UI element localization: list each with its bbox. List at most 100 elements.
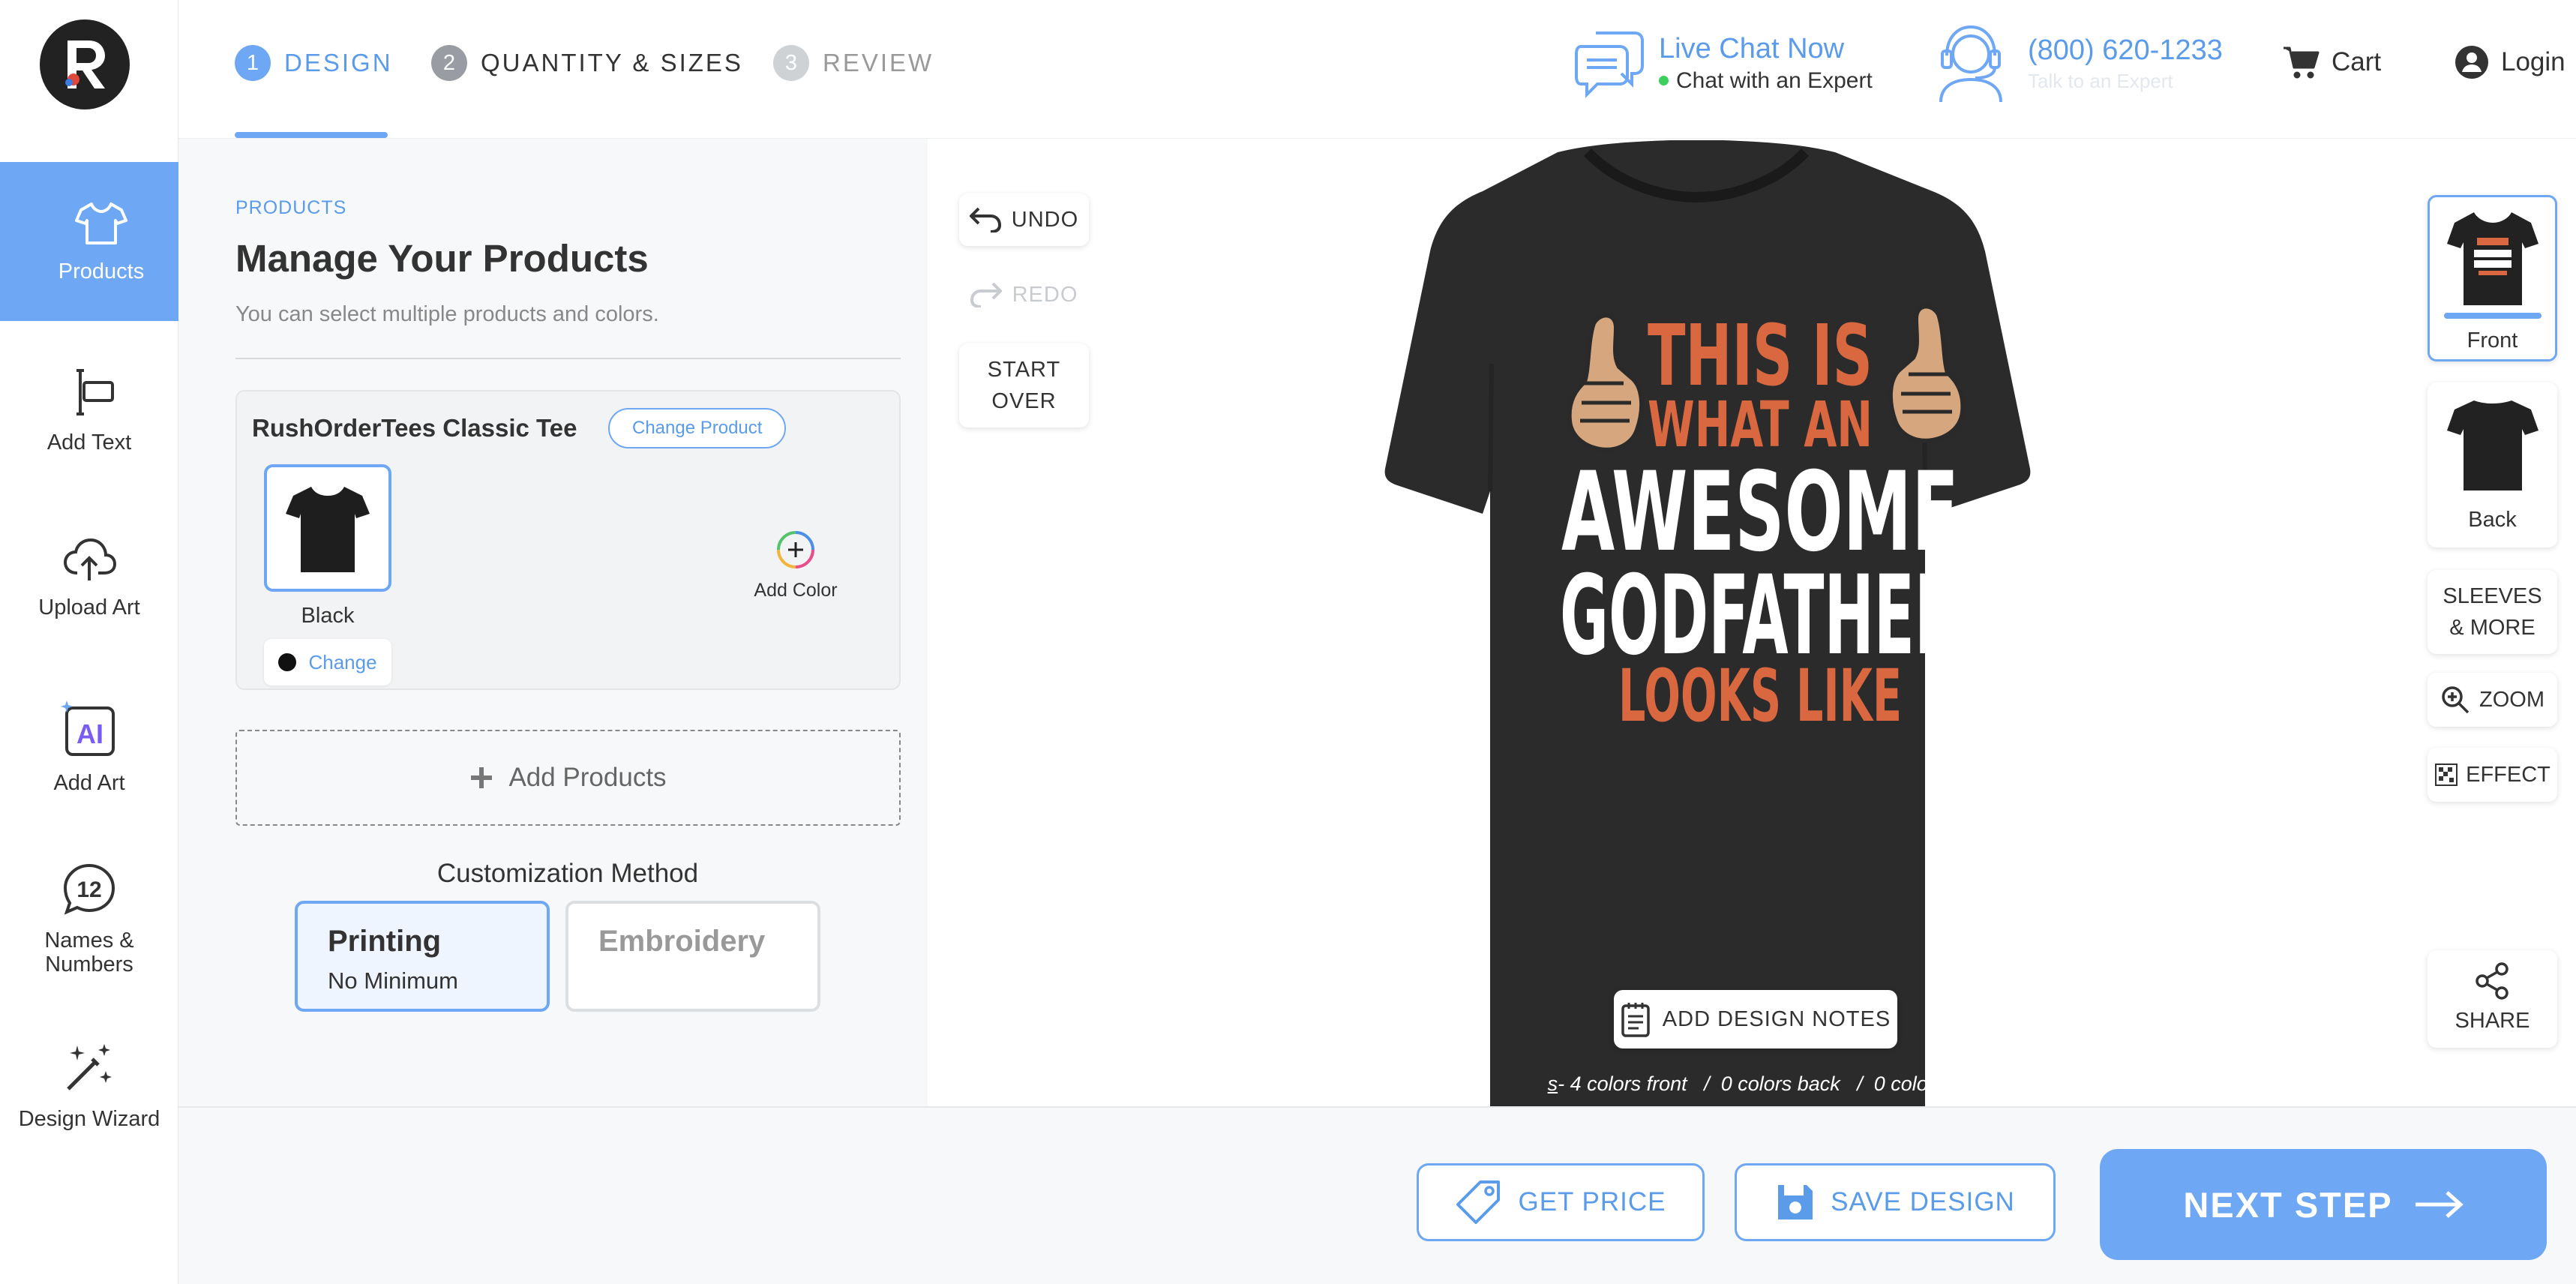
rail-names-numbers[interactable]: 12 Names & Numbers bbox=[0, 862, 178, 977]
magic-wand-icon bbox=[67, 1044, 112, 1090]
start-over-button[interactable]: START OVER bbox=[959, 344, 1089, 428]
view-back-label: Back bbox=[2468, 508, 2517, 532]
method-printing[interactable]: Printing No Minimum bbox=[295, 901, 550, 1012]
change-color-button[interactable]: Change bbox=[264, 639, 391, 686]
login-label: Login bbox=[2501, 47, 2566, 76]
get-price-button[interactable]: GET PRICE bbox=[1417, 1163, 1705, 1241]
add-color-button[interactable]: Add Color bbox=[732, 530, 859, 602]
step-review[interactable]: 3 REVIEW bbox=[773, 45, 934, 81]
panel-title: Manage Your Products bbox=[235, 237, 649, 280]
color-count-summary: s- 4 colors front / 0 colors back / 0 co… bbox=[1520, 1067, 2015, 1100]
color-swatch-black[interactable] bbox=[264, 464, 391, 592]
rail-products[interactable]: Products bbox=[0, 162, 202, 321]
start-over-label-2: OVER bbox=[991, 389, 1057, 413]
cloud-upload-icon bbox=[63, 538, 116, 580]
share-button[interactable]: SHARE bbox=[2428, 950, 2557, 1048]
products-panel: PRODUCTS Manage Your Products You can se… bbox=[178, 139, 928, 1106]
cart-icon bbox=[2284, 46, 2320, 79]
phone-link[interactable]: (800) 620-1233 Talk to an Expert bbox=[1933, 22, 2223, 105]
cart-link[interactable]: Cart bbox=[2282, 45, 2381, 80]
change-color-label: Change bbox=[308, 650, 377, 674]
next-step-button[interactable]: NEXT STEP bbox=[2100, 1149, 2547, 1260]
undo-label: UNDO bbox=[1011, 207, 1079, 232]
rail-add-text[interactable]: Add Text bbox=[0, 366, 178, 454]
tool-rail: Products Add Text Upload Art AI Add Art … bbox=[0, 0, 202, 1284]
step-review-number: 3 bbox=[773, 45, 809, 81]
chat-bubbles-icon bbox=[1575, 32, 1644, 98]
view-front[interactable]: Front bbox=[2428, 195, 2557, 362]
method-printing-title: Printing bbox=[328, 925, 442, 958]
customization-method-label: Customization Method bbox=[436, 859, 699, 888]
sleeves-more-button[interactable]: SLEEVES & MORE bbox=[2428, 570, 2557, 654]
floppy-disk-icon bbox=[1778, 1185, 1813, 1220]
rail-design-wizard-label: Design Wizard bbox=[18, 1107, 160, 1131]
front-active-bar bbox=[2443, 313, 2542, 319]
chat-sub-text: Chat with an Expert bbox=[1676, 68, 1873, 93]
share-label: SHARE bbox=[2455, 1008, 2530, 1033]
next-step-label: NEXT STEP bbox=[2183, 1184, 2393, 1225]
zoom-in-icon bbox=[2442, 686, 2470, 714]
sleeves-label-1: SLEEVES bbox=[2443, 584, 2542, 608]
share-icon bbox=[2475, 962, 2509, 1000]
live-chat-link[interactable]: Live Chat Now Chat with an Expert bbox=[1573, 26, 1873, 100]
step-design[interactable]: 1 DESIGN bbox=[235, 45, 393, 81]
zoom-button[interactable]: ZOOM bbox=[2428, 673, 2557, 727]
ai-art-icon: AI bbox=[61, 700, 115, 756]
login-link[interactable]: Login bbox=[2455, 45, 2566, 80]
method-embroidery[interactable]: Embroidery bbox=[565, 901, 820, 1012]
tshirt-thumbnail bbox=[286, 487, 370, 572]
online-dot bbox=[1659, 76, 1669, 86]
undo-icon bbox=[969, 207, 1001, 232]
tshirt-icon bbox=[75, 202, 127, 244]
active-step-indicator bbox=[235, 132, 388, 138]
back-thumbnail bbox=[2446, 400, 2539, 490]
effect-pattern-icon bbox=[2435, 764, 2458, 786]
bottom-bar: GET PRICE SAVE DESIGN NEXT STEP bbox=[178, 1106, 2576, 1284]
svg-text:AI: AI bbox=[76, 718, 103, 749]
logo-r-icon bbox=[65, 40, 105, 88]
product-name: RushOrderTees Classic Tee bbox=[252, 414, 577, 442]
cart-label: Cart bbox=[2332, 47, 2382, 76]
change-product-button[interactable]: Change Product bbox=[608, 408, 787, 448]
print-design[interactable]: THIS IS WHAT AN AWESOME GODFATHER LOOKS … bbox=[1535, 289, 1985, 739]
user-circle-icon bbox=[2455, 46, 2488, 79]
plus-icon bbox=[471, 767, 493, 788]
add-design-notes-button[interactable]: ADD DESIGN NOTES bbox=[1614, 990, 1897, 1048]
rail-upload-art[interactable]: Upload Art bbox=[0, 537, 178, 620]
rail-upload-art-label: Upload Art bbox=[38, 596, 140, 620]
rail-products-label: Products bbox=[58, 259, 145, 284]
top-bar: 1 DESIGN 2 QUANTITY & SIZES 3 REVIEW Liv… bbox=[178, 0, 2576, 139]
redo-icon bbox=[970, 282, 1002, 308]
step-review-label: REVIEW bbox=[823, 49, 934, 76]
rail-add-art[interactable]: AI Add Art bbox=[0, 699, 178, 795]
step-quantity-sizes[interactable]: 2 QUANTITY & SIZES bbox=[431, 45, 743, 81]
undo-button[interactable]: UNDO bbox=[959, 194, 1089, 246]
start-over-label-1: START bbox=[987, 357, 1061, 382]
add-products-label: Add Products bbox=[508, 763, 667, 792]
design-line-5: LOOKS LIKE bbox=[1618, 654, 1902, 738]
phone-number: (800) 620-1233 bbox=[2028, 34, 2223, 66]
color-wheel-plus-icon bbox=[777, 531, 814, 568]
text-cursor-icon bbox=[76, 369, 114, 416]
headset-agent-icon bbox=[1939, 25, 2002, 103]
get-price-label: GET PRICE bbox=[1518, 1187, 1666, 1216]
rail-names-numbers-label: Names & Numbers bbox=[44, 928, 134, 977]
brand-logo[interactable] bbox=[40, 20, 130, 110]
phone-subtitle: Talk to an Expert bbox=[2028, 70, 2173, 92]
view-back[interactable]: Back bbox=[2428, 382, 2557, 548]
rail-add-art-label: Add Art bbox=[53, 771, 125, 795]
product-card: RushOrderTees Classic Tee Change Product… bbox=[235, 390, 901, 690]
rail-design-wizard[interactable]: Design Wizard bbox=[0, 1041, 178, 1131]
view-front-label: Front bbox=[2467, 328, 2518, 352]
zoom-label: ZOOM bbox=[2479, 687, 2545, 712]
panel-divider bbox=[235, 358, 901, 359]
save-design-button[interactable]: SAVE DESIGN bbox=[1735, 1163, 2056, 1241]
color-count-link[interactable]: s bbox=[1548, 1072, 1558, 1096]
redo-button[interactable]: REDO bbox=[959, 268, 1089, 321]
save-design-label: SAVE DESIGN bbox=[1831, 1187, 2015, 1216]
step-design-label: DESIGN bbox=[284, 49, 393, 76]
add-products-button[interactable]: Add Products bbox=[235, 730, 901, 826]
step-design-number: 1 bbox=[235, 45, 271, 81]
color-count-text: - 4 colors front / 0 colors back / 0 col… bbox=[1558, 1072, 1988, 1095]
effect-button[interactable]: EFFECT bbox=[2428, 748, 2557, 802]
